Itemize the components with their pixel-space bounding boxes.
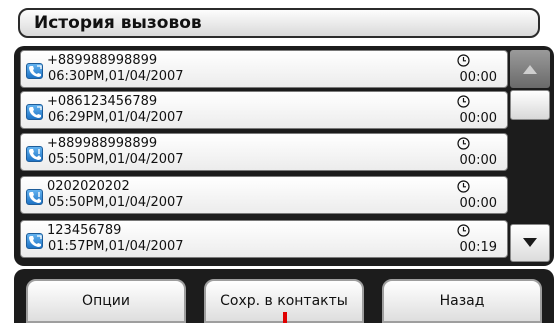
clock-icon [457,224,470,237]
scroll-up-button[interactable] [510,50,550,88]
page-title: История вызовов [34,13,202,33]
call-number: +889988998899 [47,53,158,68]
arrow-up-icon [523,65,537,74]
back-button[interactable]: Назад [382,279,542,323]
scrollbar[interactable] [510,50,550,262]
call-datetime: 06:30PM,01/04/2007 [48,69,184,84]
phone-outgoing-icon [26,233,43,249]
scroll-thumb[interactable] [510,90,550,120]
options-button[interactable]: Опции [26,279,186,323]
call-list-item[interactable]: 0202020202 05:50PM,01/04/2007 00:00 [20,176,508,214]
call-duration: 00:00 [459,196,497,211]
phone-outgoing-icon [26,104,43,120]
call-datetime: 06:29PM,01/04/2007 [48,110,184,125]
scroll-down-button[interactable] [510,224,550,262]
call-number: 0202020202 [47,179,130,194]
call-duration: 00:19 [459,240,497,255]
arrow-down-icon [523,238,537,247]
call-number: +086123456789 [47,94,158,109]
phone-missed-icon [26,146,43,162]
clock-icon [457,95,470,108]
clock-icon [457,137,470,150]
call-datetime: 05:50PM,01/04/2007 [48,195,184,210]
call-datetime: 05:50PM,01/04/2007 [48,152,184,167]
title-bar: История вызовов [18,8,540,38]
call-list-item[interactable]: 123456789 01:57PM,01/04/2007 00:19 [20,220,508,258]
call-list: +889988998899 06:30PM,01/04/2007 00:00 +… [14,46,554,266]
call-duration: 00:00 [459,70,497,85]
cursor-marker [283,312,287,323]
call-duration: 00:00 [459,153,497,168]
call-list-item[interactable]: +889988998899 05:50PM,01/04/2007 00:00 [20,133,508,171]
call-duration: 00:00 [459,111,497,126]
phone-outgoing-icon [26,63,43,79]
call-list-item[interactable]: +086123456789 06:29PM,01/04/2007 00:00 [20,91,508,129]
clock-icon [457,180,470,193]
call-number: +889988998899 [47,136,158,151]
call-list-item[interactable]: +889988998899 06:30PM,01/04/2007 00:00 [20,50,508,88]
call-history-screen: История вызовов +889988998899 06:30PM,01… [0,0,558,323]
call-datetime: 01:57PM,01/04/2007 [48,239,184,254]
call-number: 123456789 [47,223,122,238]
clock-icon [457,54,470,67]
phone-missed-icon [26,189,43,205]
